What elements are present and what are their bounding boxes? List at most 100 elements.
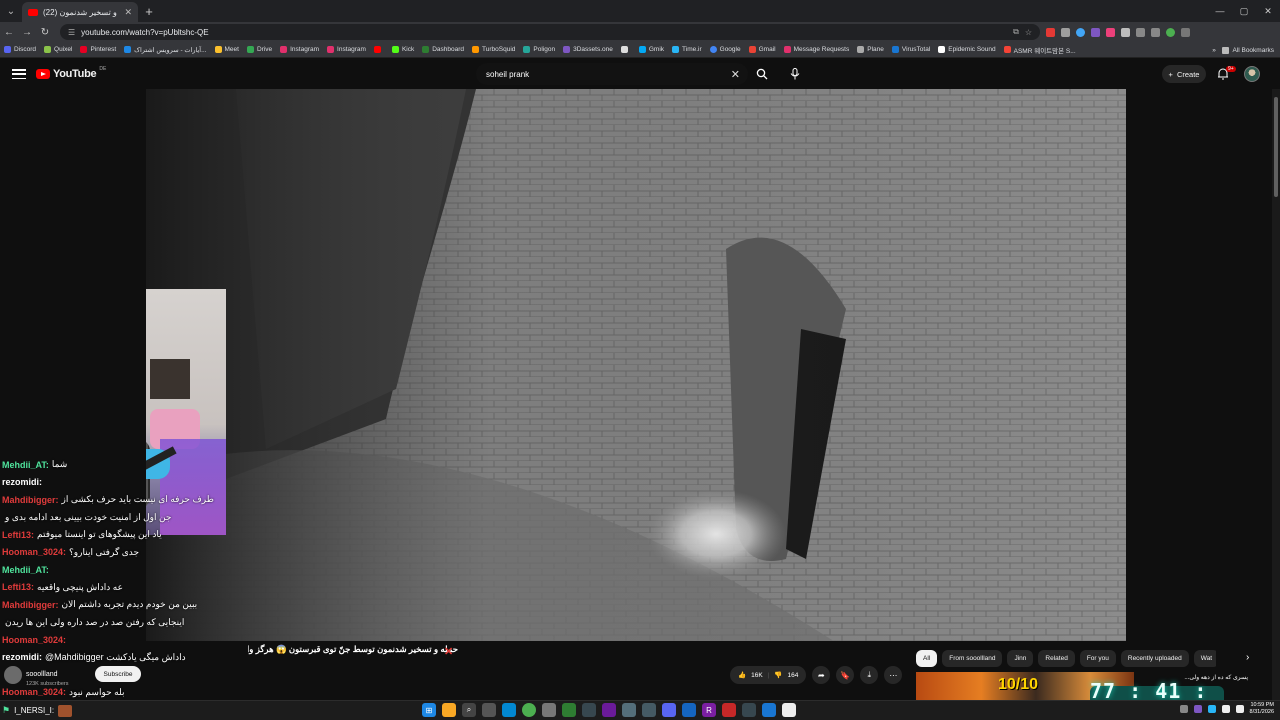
chip-from-channel[interactable]: From sooollland	[942, 650, 1003, 667]
subscribe-button[interactable]: Subscribe	[95, 666, 141, 682]
steam-icon[interactable]	[582, 703, 596, 717]
channel-info[interactable]: sooollland 123K subscribers	[4, 664, 69, 687]
tab-search-icon[interactable]: ⌄	[0, 0, 22, 22]
bookmark-item[interactable]: Epidemic Sound	[938, 46, 996, 53]
close-window-icon[interactable]: ✕	[1256, 0, 1280, 22]
chip-recently-uploaded[interactable]: Recently uploaded	[1120, 650, 1189, 667]
more-actions-icon[interactable]: ⋯	[884, 666, 903, 684]
omnibox[interactable]: ☰ youtube.com/watch?v=pUbltshc-QE ⧉ ☆	[60, 24, 1040, 40]
windows-start-icon[interactable]: ⊞	[422, 703, 436, 717]
chrome-icon[interactable]	[522, 703, 536, 717]
bookmark-item[interactable]: Meet	[214, 46, 239, 53]
app-icon[interactable]	[722, 703, 736, 717]
app-icon[interactable]	[762, 703, 776, 717]
dislike-icon[interactable]: 👎	[774, 671, 782, 679]
bookmark-item[interactable]: ASMR 웨이트맘본 S...	[1003, 45, 1076, 55]
tab-close-icon[interactable]: ✕	[124, 7, 132, 18]
video-player[interactable]	[146, 89, 1126, 641]
taskbar-clock[interactable]: 10:59 PM 8/31/2026	[1250, 702, 1274, 716]
share-icon[interactable]: ➦	[812, 666, 831, 684]
site-info-icon[interactable]: ☰	[68, 28, 75, 37]
bookmark-item[interactable]: آیارات - سرویس اشتراک...	[124, 46, 207, 54]
bookmark-item[interactable]: TurboSquid	[472, 46, 515, 53]
app-icon[interactable]: R	[702, 703, 716, 717]
channel-name[interactable]: sooollland	[26, 671, 58, 678]
extension-icon[interactable]	[1076, 27, 1085, 37]
task-view-icon[interactable]	[482, 703, 496, 717]
forward-icon[interactable]: →	[18, 27, 36, 38]
bookmark-item[interactable]: VirusTotal	[891, 46, 930, 53]
bookmark-item[interactable]: Plane	[857, 46, 884, 53]
bookmark-item[interactable]: Instagram	[280, 46, 319, 53]
extensions-puzzle-icon[interactable]	[1121, 27, 1130, 37]
bookmark-item[interactable]: 3Dassets.one	[563, 46, 613, 53]
app-icon[interactable]	[622, 703, 636, 717]
reload-icon[interactable]: ↻	[36, 27, 54, 38]
bookmark-item[interactable]: Instagram	[327, 46, 366, 53]
url-text[interactable]: youtube.com/watch?v=pUbltshc-QE	[81, 28, 1007, 37]
extension-icon[interactable]	[1106, 27, 1115, 37]
discord-icon[interactable]	[662, 703, 676, 717]
telegram-icon[interactable]	[1207, 705, 1216, 713]
bookmark-item[interactable]: Google	[709, 46, 741, 53]
browser-menu-icon[interactable]	[1181, 27, 1190, 37]
bookmark-item[interactable]: Gmik	[638, 46, 664, 53]
search-button[interactable]	[750, 63, 774, 85]
search-icon[interactable]: ⌕	[462, 703, 476, 717]
scrollbar-thumb[interactable]	[1274, 97, 1278, 197]
all-bookmarks-button[interactable]: » All Bookmarks	[1206, 42, 1274, 57]
back-icon[interactable]: ←	[0, 27, 18, 38]
like-icon[interactable]: 👍	[738, 671, 746, 679]
chip-related[interactable]: Related	[1038, 650, 1075, 667]
app-icon[interactable]	[542, 703, 556, 717]
download-icon[interactable]: ⤓	[860, 666, 879, 684]
bookmark-item[interactable]: Discord	[4, 46, 36, 53]
youtube-logo[interactable]: YouTube DE	[36, 66, 106, 80]
profile-icon[interactable]	[1166, 27, 1175, 37]
minimize-icon[interactable]: —	[1208, 0, 1232, 22]
install-icon[interactable]: ⧉	[1013, 27, 1019, 37]
create-button[interactable]: + Create	[1162, 65, 1206, 83]
extension-icon[interactable]	[1046, 27, 1055, 37]
tab-groups-icon[interactable]	[1136, 27, 1145, 37]
bookmark-item[interactable]: Dashboard	[422, 46, 464, 53]
bookmark-item[interactable]: Poligon	[523, 46, 555, 53]
bookmark-item[interactable]: Time.ir	[672, 46, 702, 53]
maximize-icon[interactable]: ▢	[1232, 0, 1256, 22]
extension-icon[interactable]	[1091, 27, 1100, 37]
chip-watched[interactable]: Wat	[1193, 650, 1216, 667]
app-icon[interactable]	[562, 703, 576, 717]
extension-icon[interactable]	[1061, 27, 1070, 37]
bookmark-item[interactable]: Drive	[246, 46, 272, 53]
app-icon[interactable]	[742, 703, 756, 717]
account-avatar[interactable]	[1244, 66, 1260, 82]
tray-icon[interactable]	[1179, 705, 1188, 713]
chip-jinn[interactable]: Jinn	[1007, 650, 1034, 667]
save-bookmark-icon[interactable]: 🔖	[836, 666, 855, 684]
file-explorer-icon[interactable]	[442, 703, 456, 717]
chip-all[interactable]: All	[916, 650, 938, 667]
chevron-right-icon[interactable]: ›	[1246, 652, 1249, 663]
app-icon[interactable]	[682, 703, 696, 717]
search-input[interactable]: soheil prank ✕	[476, 63, 748, 85]
edge-icon[interactable]	[502, 703, 516, 717]
clear-search-icon[interactable]: ✕	[731, 68, 740, 81]
guide-menu-icon[interactable]	[12, 69, 26, 79]
new-tab-button[interactable]: +	[138, 4, 160, 19]
bookmark-item[interactable]	[373, 46, 384, 53]
chip-for-you[interactable]: For you	[1079, 650, 1116, 667]
vscode-icon[interactable]	[602, 703, 616, 717]
like-count[interactable]: 16K	[751, 672, 763, 679]
bookmark-item[interactable]: Kick	[391, 46, 414, 53]
bookmark-item[interactable]: Message Requests	[783, 46, 849, 53]
voice-search-button[interactable]	[784, 63, 806, 85]
notepad-icon[interactable]	[782, 703, 796, 717]
tray-icon[interactable]	[1193, 705, 1202, 713]
browser-tab-active[interactable]: (22) حمله و تسخیر شدنمون ... ✕	[22, 2, 138, 22]
wifi-icon[interactable]	[1221, 705, 1230, 713]
bookmark-item[interactable]	[620, 46, 631, 53]
search-value[interactable]: soheil prank	[486, 70, 731, 79]
bookmark-item[interactable]: Quixel	[44, 46, 72, 53]
volume-icon[interactable]	[1235, 705, 1244, 713]
page-scrollbar[interactable]	[1272, 89, 1280, 701]
